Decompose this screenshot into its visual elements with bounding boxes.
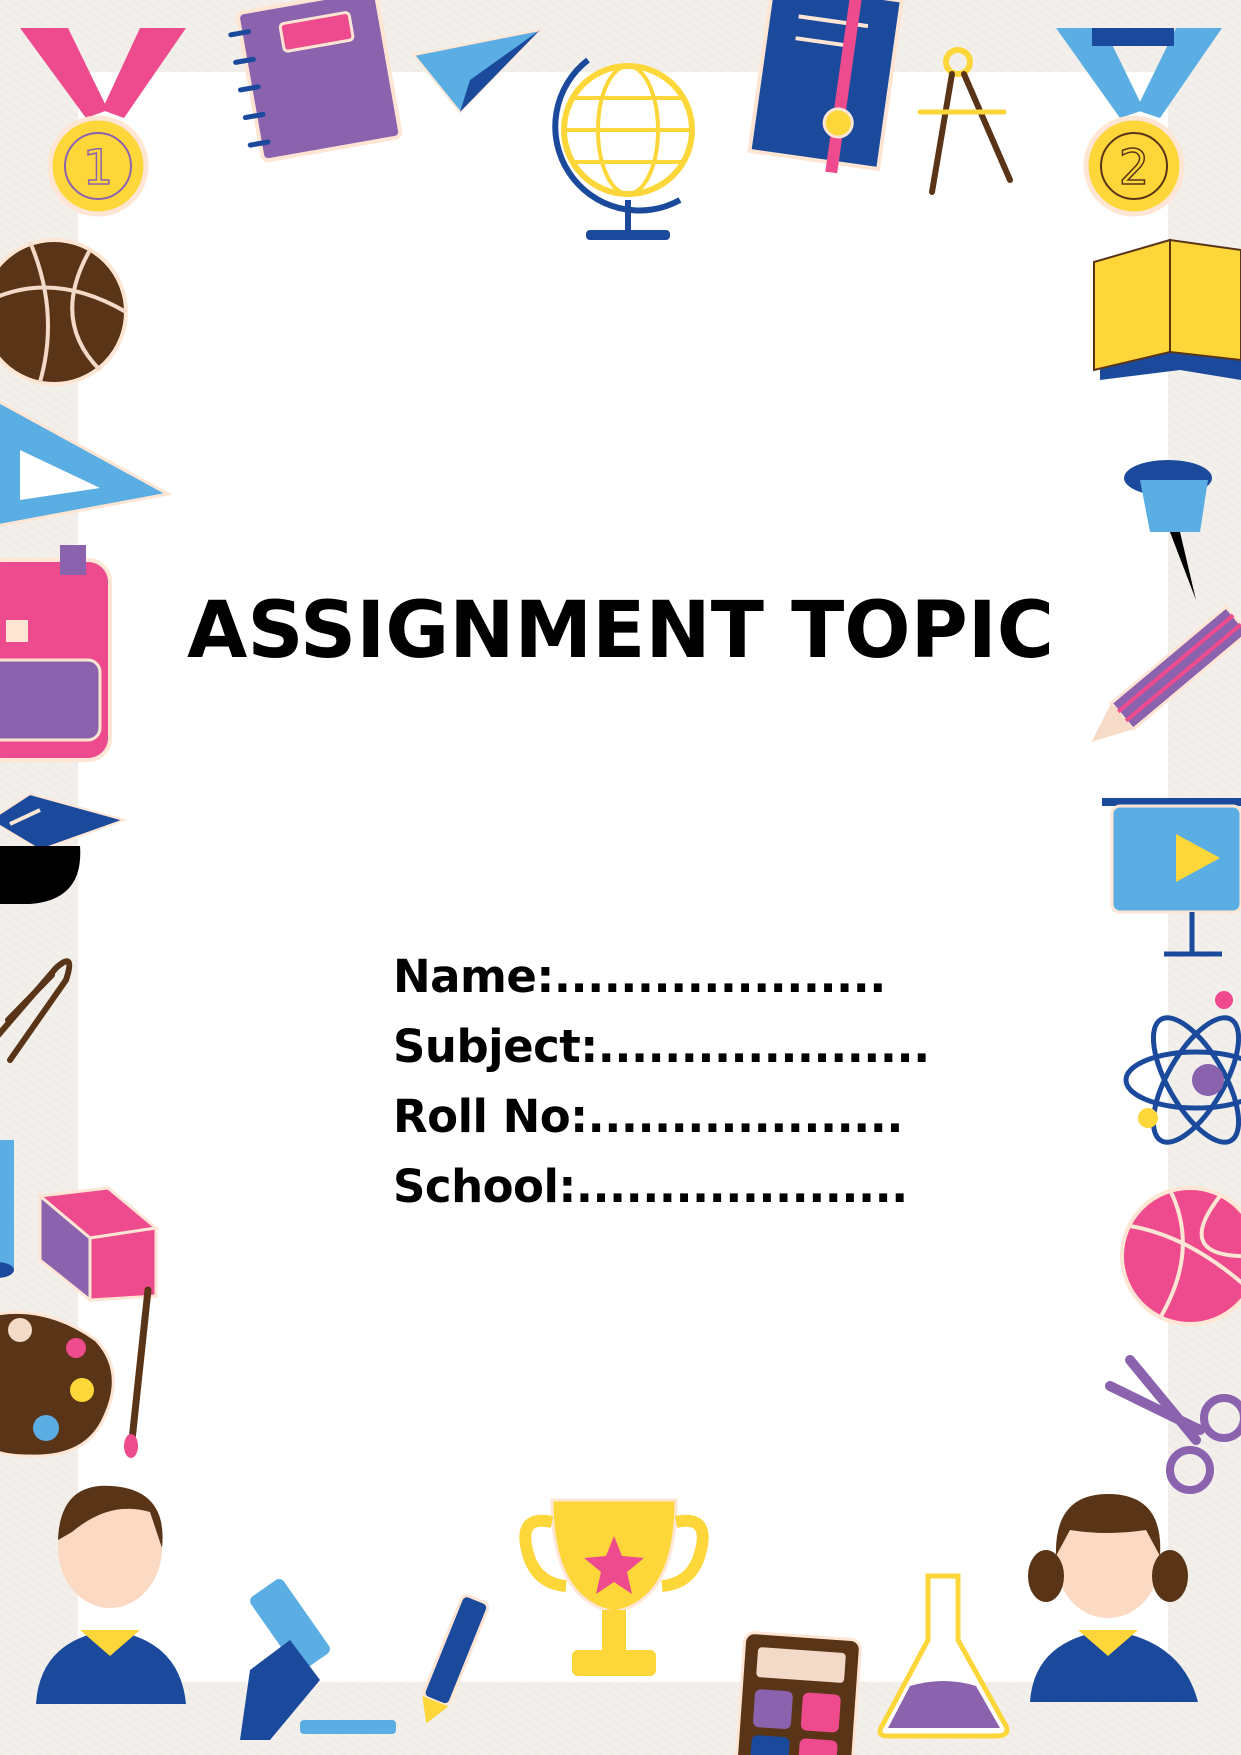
basketball-icon xyxy=(0,238,128,386)
open-book-icon xyxy=(1093,238,1241,380)
subject-field: Subject:.................... xyxy=(393,1020,930,1073)
compass-icon xyxy=(917,47,1013,195)
paper-plane-icon xyxy=(412,28,543,114)
medal-1-icon: 1 xyxy=(20,28,186,217)
school-field: School:.................... xyxy=(393,1160,908,1213)
paintbrush-icon xyxy=(124,1286,152,1458)
flask-icon xyxy=(877,1573,1010,1739)
atom-icon xyxy=(1123,991,1241,1145)
push-pin-icon xyxy=(1124,460,1212,600)
palette-icon xyxy=(0,1310,115,1458)
roll-no-field: Roll No:................... xyxy=(393,1090,903,1143)
presentation-board-icon xyxy=(1102,798,1241,957)
medal-2-icon: 2 xyxy=(1056,28,1222,217)
cylinder-icon xyxy=(0,1140,14,1278)
girl-avatar-icon xyxy=(1028,1494,1198,1702)
set-square-icon xyxy=(0,400,173,527)
graduation-cap-icon xyxy=(0,792,128,904)
student-details: Name:.................... Subject:......… xyxy=(393,942,930,1222)
pen-icon xyxy=(422,1594,490,1724)
calculator-icon xyxy=(734,1631,862,1755)
book-icon xyxy=(747,0,905,174)
globe-icon xyxy=(552,57,695,240)
scissors-icon xyxy=(1105,1355,1241,1494)
volleyball-icon xyxy=(1120,1186,1241,1326)
boy-avatar-icon xyxy=(36,1485,186,1704)
name-field: Name:.................... xyxy=(393,950,886,1003)
trophy-icon xyxy=(519,1498,709,1676)
cube-icon xyxy=(36,1186,160,1304)
border-illustrations: 1 2 xyxy=(0,0,1241,1755)
microscope-icon xyxy=(240,1579,396,1740)
notebook-icon xyxy=(228,0,403,163)
cover-page: 1 2 ASSIGNMENT TOPIC Name:..............… xyxy=(0,0,1241,1755)
assignment-title: ASSIGNMENT TOPIC xyxy=(186,586,1055,676)
medal-2-number: 2 xyxy=(1119,140,1150,196)
paperclip-icon xyxy=(0,958,73,1063)
medal-1-number: 1 xyxy=(83,140,114,196)
